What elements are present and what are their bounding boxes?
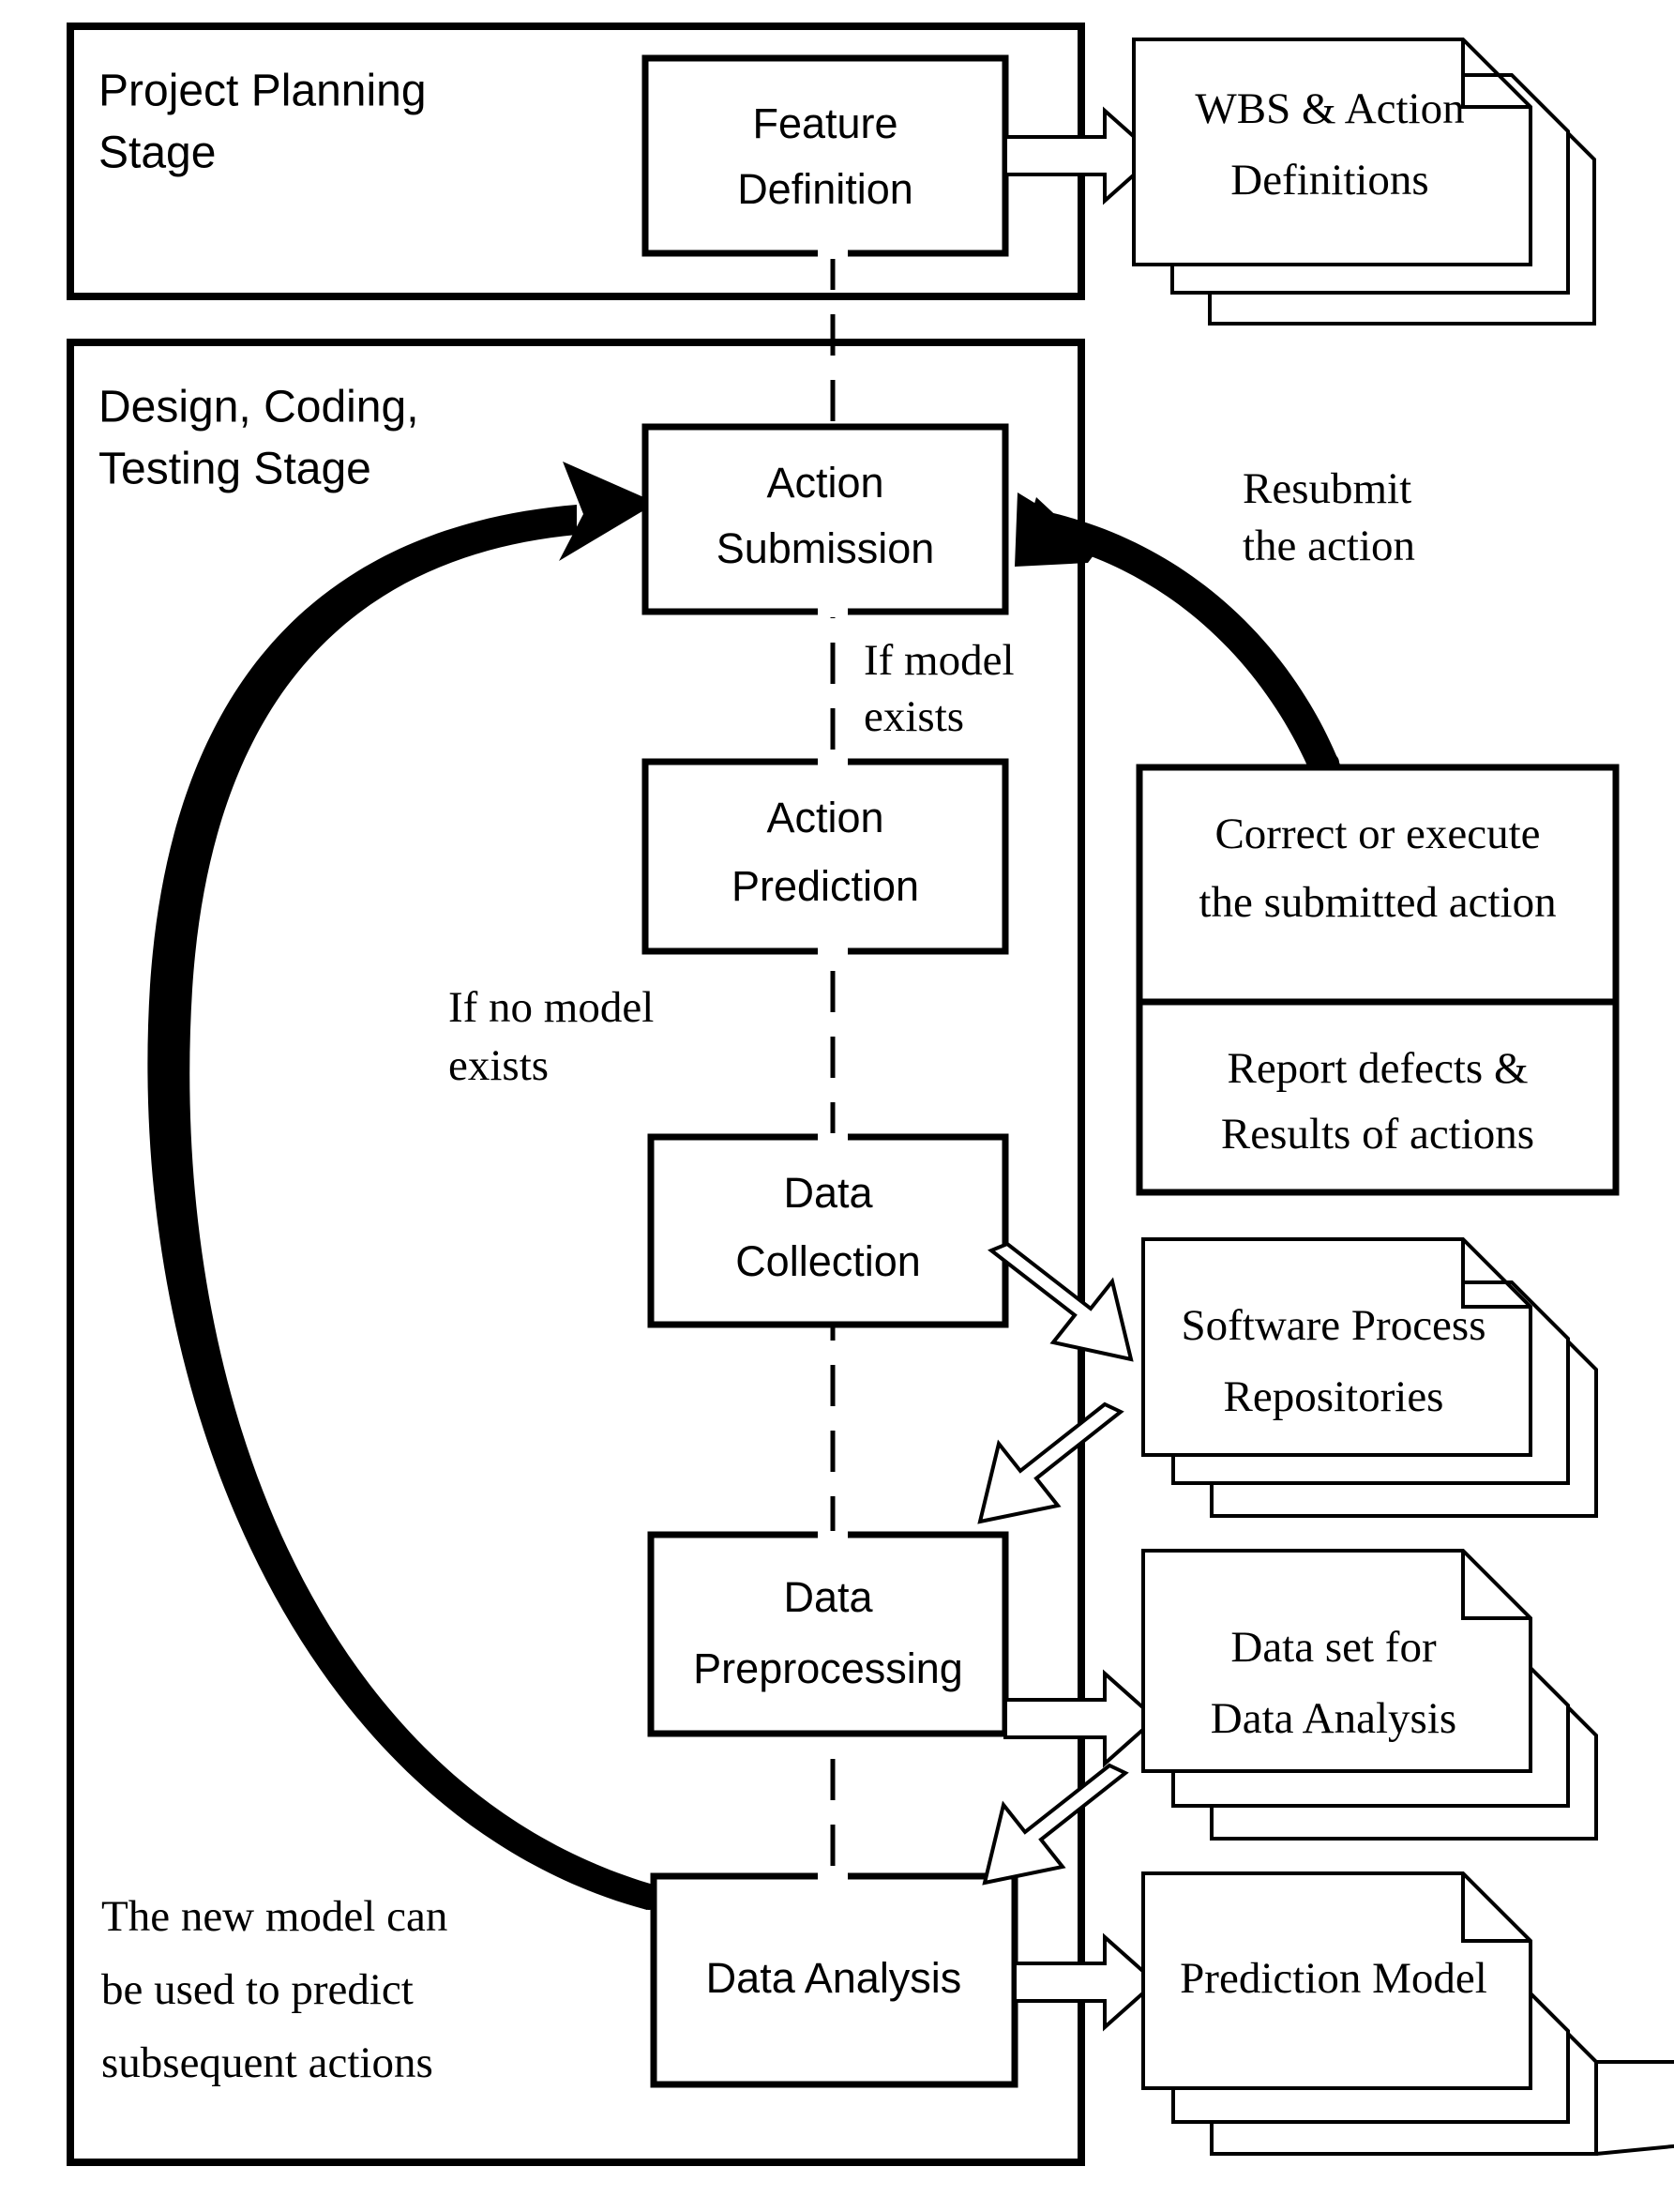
spine-gap-3 (818, 947, 848, 957)
arrow-dataset-to-data-analysis (982, 1763, 1129, 1886)
process-box-data-preprocessing[interactable]: Data Preprocessing (647, 1531, 1009, 1737)
stage-label-design-line1: Design, Coding, (98, 383, 419, 432)
diagram-canvas: Feature Definition Action Submission Act… (0, 0, 1674, 2212)
action-box-report-defects[interactable]: Report defects & Results of actions (1136, 998, 1620, 1196)
spine-gap-1 (818, 608, 848, 617)
data-collection-line2: Collection (735, 1237, 921, 1285)
correct-or-execute-line2: the submitted action (1199, 878, 1556, 927)
annotation-if-model-line2: exists (864, 692, 964, 741)
prediction-model-document-line1: Prediction Model (1180, 1954, 1487, 2003)
dataset-document-line2: Data Analysis (1211, 1694, 1456, 1743)
process-box-feature-definition[interactable]: Feature Definition (641, 54, 1009, 257)
stage-label-design-line2: Testing Stage (98, 445, 371, 494)
repositories-document-line2: Repositories (1224, 1372, 1444, 1421)
action-prediction-line2: Prediction (731, 862, 919, 910)
document-stack-wbs-action-definitions[interactable]: WBS & Action Definitions (1132, 38, 1596, 326)
annotation-if-no-model-line1: If no model (448, 983, 654, 1032)
document-stack-prediction-model[interactable]: Prediction Model (1141, 1871, 1674, 2156)
annotation-resubmit-line1: Resubmit (1243, 464, 1411, 513)
action-box-correct-or-execute[interactable]: Correct or execute the submitted action (1136, 764, 1620, 1021)
arrow-repositories-to-preprocessing (977, 1401, 1124, 1524)
process-box-data-collection[interactable]: Data Collection (647, 1133, 1009, 1328)
wbs-document-line2: Definitions (1230, 156, 1428, 205)
document-stack-data-set-for-data-analysis[interactable]: Data set for Data Analysis (1141, 1549, 1598, 1841)
spine-gap-2 (818, 758, 848, 767)
repositories-document-line1: Software Process (1181, 1301, 1485, 1350)
process-box-action-submission[interactable]: Action Submission (641, 423, 1009, 615)
feature-definition-line1: Feature (752, 99, 897, 147)
process-box-data-analysis[interactable]: Data Analysis (650, 1872, 1018, 2088)
spine-gap-6 (818, 1872, 848, 1882)
data-preprocessing-line2: Preprocessing (693, 1644, 963, 1692)
new-model-feedback-arrow (147, 462, 661, 1910)
arrow-data-collection-to-repositories (988, 1241, 1134, 1362)
data-collection-line1: Data (783, 1169, 873, 1217)
annotation-if-no-model-line2: exists (448, 1041, 549, 1090)
spine-gap-7 (818, 250, 848, 259)
annotation-new-model-line1: The new model can (101, 1892, 447, 1941)
data-analysis-line1: Data Analysis (706, 1954, 962, 2002)
spine-gap-4 (818, 1133, 848, 1143)
stage-label-planning-line1: Project Planning (98, 67, 427, 116)
dataset-document-line1: Data set for (1230, 1623, 1437, 1672)
annotation-new-model-line2: be used to predict (101, 1965, 414, 2014)
action-prediction-line1: Action (766, 794, 883, 841)
stage-label-planning-line2: Stage (98, 129, 216, 178)
wbs-document-line1: WBS & Action (1195, 84, 1464, 133)
data-preprocessing-line1: Data (783, 1573, 873, 1621)
action-submission-line2: Submission (716, 524, 935, 572)
action-submission-line1: Action (766, 459, 883, 507)
annotation-if-model-line1: If model (864, 636, 1015, 685)
report-defects-line1: Report defects & (1227, 1044, 1528, 1093)
feature-definition-line2: Definition (737, 165, 913, 213)
process-box-action-prediction[interactable]: Action Prediction (641, 758, 1009, 955)
annotation-new-model-line3: subsequent actions (101, 2038, 433, 2087)
annotation-resubmit-line2: the action (1243, 522, 1415, 570)
process-flow-diagram: Feature Definition Action Submission Act… (67, 23, 1674, 2166)
report-defects-line2: Results of actions (1221, 1110, 1534, 1159)
spine-gap-5 (818, 1531, 848, 1540)
correct-or-execute-line1: Correct or execute (1214, 810, 1540, 858)
document-stack-software-process-repositories[interactable]: Software Process Repositories (1141, 1237, 1598, 1518)
